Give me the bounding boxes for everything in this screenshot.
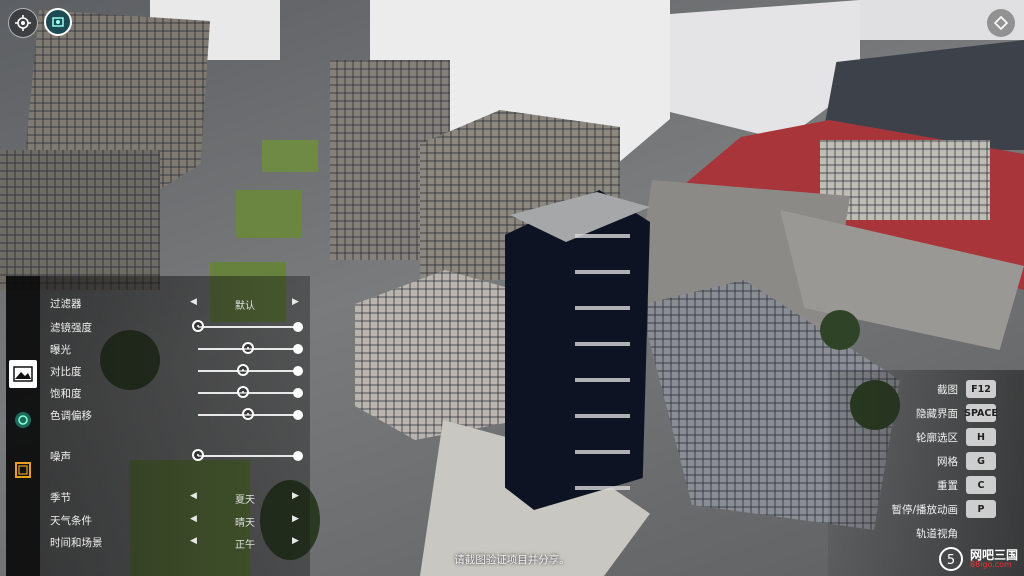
camera-mode-icon[interactable] <box>44 8 72 36</box>
time-next-arrow[interactable]: ▶ <box>292 536 299 546</box>
watermark: 5 网吧三国 88igo.com <box>938 546 1018 572</box>
slider-end-dot <box>293 388 303 398</box>
shortcut-key[interactable]: P <box>966 500 996 518</box>
saturation-slider[interactable] <box>198 386 303 398</box>
season-prev-arrow[interactable]: ◀ <box>190 491 197 501</box>
filter-next-arrow[interactable]: ▶ <box>292 297 299 307</box>
shortcut-label: 暂停/播放动画 <box>891 504 958 516</box>
tree <box>820 310 860 350</box>
slider-end-dot <box>293 344 303 354</box>
photo-filters-tab[interactable] <box>9 360 37 388</box>
share-prompt-text: 请截图验证项目并分享。 <box>454 554 570 566</box>
shortcut-key[interactable]: G <box>966 452 996 470</box>
filter-strength-slider[interactable] <box>192 320 303 332</box>
exposure-slider[interactable] <box>198 342 303 354</box>
exposure-label: 曝光 <box>50 344 71 356</box>
lens-tab[interactable] <box>9 406 37 434</box>
watermark-logo-icon: 5 <box>938 547 963 571</box>
saturation-label: 饱和度 <box>50 388 82 400</box>
hide-ui-icon[interactable] <box>986 8 1016 38</box>
saturation-slider-knob[interactable] <box>237 386 249 398</box>
season-next-arrow[interactable]: ▶ <box>292 491 299 501</box>
modern-building <box>355 270 505 440</box>
shortcut-label: 网格 <box>937 456 958 468</box>
frame-tab[interactable] <box>9 456 37 484</box>
time-value: 正午 <box>235 540 255 551</box>
time-prev-arrow[interactable]: ◀ <box>190 536 197 546</box>
contrast-slider-knob[interactable] <box>237 364 249 376</box>
shortcut-label: 轨道视角 <box>916 528 958 540</box>
shortcut-label: 重置 <box>937 480 958 492</box>
slider-end-dot <box>293 410 303 420</box>
shortcut-key[interactable]: C <box>966 476 996 494</box>
filter-label: 过滤器 <box>50 298 82 310</box>
weather-value: 晴天 <box>235 518 255 529</box>
photo-settings-panel: 过滤器 ◀ 默认 ▶ 滤镜强度曝光对比度饱和度色调偏移 噪声 季节 ◀ 夏天 ▶… <box>40 276 310 576</box>
filter-value: 默认 <box>235 301 255 312</box>
filter-prev-arrow[interactable]: ◀ <box>190 297 197 307</box>
slider-end-dot <box>293 322 303 332</box>
contrast-slider[interactable] <box>198 364 303 376</box>
slider-end-dot <box>293 366 303 376</box>
weather-label: 天气条件 <box>50 515 92 527</box>
classical-building <box>0 150 160 290</box>
exposure-slider-knob[interactable] <box>242 342 254 354</box>
season-label: 季节 <box>50 492 71 504</box>
weather-prev-arrow[interactable]: ◀ <box>190 514 197 524</box>
noise-slider-knob[interactable] <box>192 449 204 461</box>
lawn <box>262 140 318 172</box>
hue-shift-slider-knob[interactable] <box>242 408 254 420</box>
contrast-label: 对比度 <box>50 366 82 378</box>
weather-next-arrow[interactable]: ▶ <box>292 514 299 524</box>
shortcut-label: 轮廓选区 <box>916 432 958 444</box>
hue-shift-label: 色调偏移 <box>50 410 92 422</box>
hue-shift-slider[interactable] <box>198 408 303 420</box>
season-value: 夏天 <box>235 495 255 506</box>
settings-gear-icon[interactable] <box>8 8 38 38</box>
shortcut-label: 截图 <box>937 384 958 396</box>
shortcut-key[interactable]: H <box>966 428 996 446</box>
filter-strength-label: 滤镜强度 <box>50 322 92 334</box>
noise-label: 噪声 <box>50 451 71 463</box>
noise-slider[interactable] <box>192 449 303 461</box>
shortcut-label: 隐藏界面 <box>916 408 958 420</box>
photo-mode-sidebar <box>6 276 40 576</box>
shortcut-key[interactable]: SPACE <box>964 404 998 422</box>
svg-text:5: 5 <box>947 553 955 568</box>
shortcut-key[interactable]: F12 <box>966 380 996 398</box>
time-scene-label: 时间和场景 <box>50 537 103 549</box>
slider-end-dot <box>293 451 303 461</box>
scaffolding <box>575 230 630 490</box>
lawn <box>236 190 302 238</box>
watermark-url: 88igo.com <box>969 560 1012 569</box>
filter-strength-slider-knob[interactable] <box>192 320 204 332</box>
